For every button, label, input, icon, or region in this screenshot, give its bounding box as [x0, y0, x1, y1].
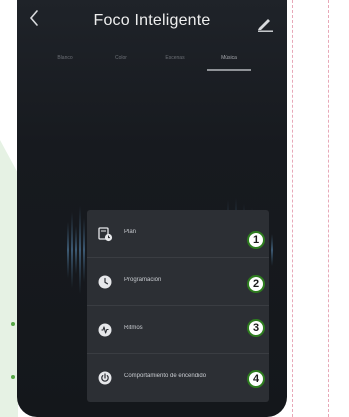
clock-icon — [97, 274, 113, 290]
rhythm-icon — [97, 322, 113, 338]
green-marker-dot — [11, 322, 15, 326]
tab-bar: Blanco Color Escenas Música — [17, 48, 287, 72]
menu-item-label: Plan — [124, 229, 137, 235]
left-highlight-panel — [0, 140, 18, 417]
page-title: Foco Inteligente — [93, 12, 211, 29]
tab-blanco[interactable]: Blanco — [45, 48, 85, 68]
tab-musica[interactable]: Música — [207, 48, 251, 68]
guide-line — [328, 0, 329, 417]
back-button[interactable] — [23, 8, 45, 34]
phone-screen: Foco Inteligente Blanco Color Escenas Mú… — [17, 0, 287, 417]
menu-item-label: Comportamiento de encendido — [124, 373, 207, 379]
menu-item-label: Ritmos — [124, 325, 143, 331]
chevron-left-icon — [29, 10, 38, 26]
tab-escenas[interactable]: Escenas — [153, 48, 197, 68]
step-badge-1: 1 — [247, 231, 265, 249]
edit-button[interactable] — [255, 12, 275, 32]
menu-item-label: Programación — [124, 277, 162, 283]
timer-calendar-icon — [97, 226, 113, 242]
active-tab-indicator — [207, 69, 251, 71]
pencil-icon — [258, 19, 273, 32]
menu-item-ritmos[interactable]: Ritmos — [87, 306, 269, 354]
header: Foco Inteligente — [17, 0, 287, 44]
context-menu: Plan Programación Ritmos Comportamiento … — [87, 210, 269, 402]
step-badge-4: 4 — [247, 370, 265, 388]
menu-item-comportamiento-encendido[interactable]: Comportamiento de encendido — [87, 354, 269, 402]
power-icon — [97, 370, 113, 386]
step-badge-2: 2 — [247, 275, 265, 293]
green-marker-dot — [11, 375, 15, 379]
step-badge-3: 3 — [247, 319, 265, 337]
guide-line — [292, 0, 293, 417]
tab-color[interactable]: Color — [101, 48, 141, 68]
menu-item-plan[interactable]: Plan — [87, 210, 269, 258]
menu-item-programacion[interactable]: Programación — [87, 258, 269, 306]
